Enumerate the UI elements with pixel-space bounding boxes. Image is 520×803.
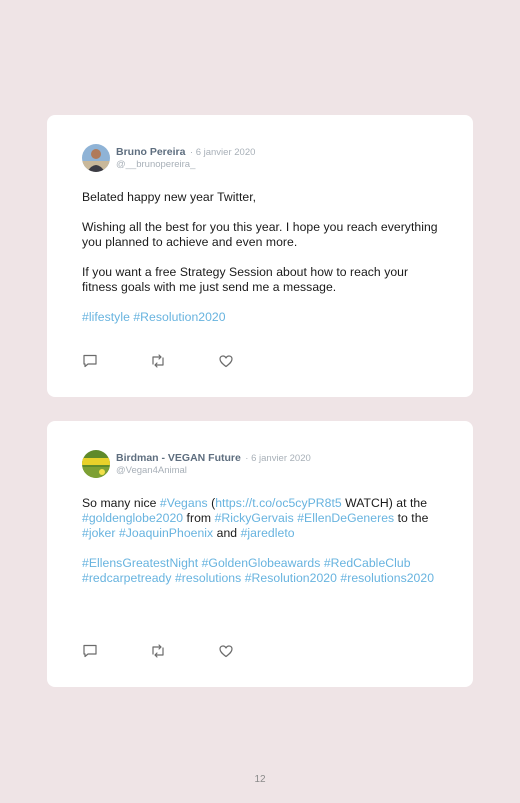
- hashtag-link[interactable]: #EllensGreatestNight: [82, 556, 198, 570]
- tweet-meta: Bruno Pereira · 6 janvier 2020 @__brunop…: [116, 145, 255, 171]
- hashtag-link[interactable]: #resolutions: [175, 571, 241, 585]
- tweet-paragraph: Wishing all the best for you this year. …: [82, 220, 438, 250]
- reply-icon[interactable]: [82, 643, 98, 659]
- tweet-text-segment: to the: [394, 511, 429, 525]
- author-name[interactable]: Birdman - VEGAN Future: [116, 452, 241, 464]
- reply-icon[interactable]: [82, 353, 98, 369]
- tweet-card-bruno: Bruno Pereira · 6 janvier 2020 @__brunop…: [47, 115, 473, 397]
- tweet-header: Bruno Pereira · 6 janvier 2020 @__brunop…: [82, 144, 438, 172]
- hashtag-link[interactable]: #lifestyle: [82, 310, 130, 324]
- tweet-meta: Birdman - VEGAN Future · 6 janvier 2020 …: [116, 451, 311, 477]
- hashtag-link[interactable]: #jaredleto: [241, 526, 295, 540]
- tweet-paragraph: #EllensGreatestNight #GoldenGlobeawards …: [82, 556, 438, 586]
- avatar[interactable]: [82, 450, 110, 478]
- like-icon[interactable]: [218, 643, 234, 659]
- tweet-link[interactable]: https://t.co/oc5cyPR8t5: [215, 496, 341, 510]
- tweet-actions: [82, 643, 286, 659]
- hashtag-link[interactable]: #Resolution2020: [245, 571, 337, 585]
- tweet-paragraph: So many nice #Vegans (https://t.co/oc5cy…: [82, 496, 438, 541]
- hashtag-link[interactable]: #EllenDeGeneres: [297, 511, 394, 525]
- hashtag-link[interactable]: #Vegans: [160, 496, 208, 510]
- tweet-paragraph: If you want a free Strategy Session abou…: [82, 265, 438, 295]
- hashtag-link[interactable]: #redcarpetready: [82, 571, 172, 585]
- author-handle[interactable]: @__brunopereira_: [116, 159, 255, 171]
- tweet-header: Birdman - VEGAN Future · 6 janvier 2020 …: [82, 450, 438, 478]
- page-number: 12: [254, 774, 266, 785]
- hashtag-link[interactable]: #JoaquinPhoenix: [119, 526, 213, 540]
- author-name[interactable]: Bruno Pereira: [116, 146, 185, 158]
- tweet-text-segment: and: [213, 526, 241, 540]
- tweet-text-segment: WATCH) at the: [341, 496, 428, 510]
- retweet-icon[interactable]: [150, 353, 166, 369]
- author-handle[interactable]: @Vegan4Animal: [116, 465, 311, 477]
- retweet-icon[interactable]: [150, 643, 166, 659]
- hashtag-link[interactable]: #RickyGervais: [215, 511, 294, 525]
- hashtag-link[interactable]: #RedCableClub: [324, 556, 411, 570]
- hashtag-link[interactable]: #Resolution2020: [133, 310, 225, 324]
- tweet-date[interactable]: · 6 janvier 2020: [245, 453, 310, 464]
- hashtag-link[interactable]: #goldenglobe2020: [82, 511, 183, 525]
- tweet-text-segment: If you want a free Strategy Session abou…: [82, 265, 409, 294]
- tweet-text-segment: Belated happy new year Twitter,: [82, 190, 257, 204]
- tweet-card-birdman: Birdman - VEGAN Future · 6 janvier 2020 …: [47, 421, 473, 687]
- tweet-text: Belated happy new year Twitter, Wishing a…: [82, 190, 438, 325]
- hashtag-link[interactable]: #GoldenGlobeawards: [202, 556, 321, 570]
- tweet-text-segment: So many nice: [82, 496, 160, 510]
- tweet-paragraph: Belated happy new year Twitter,: [82, 190, 438, 205]
- tweet-date[interactable]: · 6 janvier 2020: [190, 147, 255, 158]
- tweet-paragraph: #lifestyle #Resolution2020: [82, 310, 438, 325]
- hashtag-link[interactable]: #resolutions2020: [340, 571, 434, 585]
- avatar[interactable]: [82, 144, 110, 172]
- tweet-text: So many nice #Vegans (https://t.co/oc5cy…: [82, 496, 438, 586]
- like-icon[interactable]: [218, 353, 234, 369]
- tweet-text-segment: Wishing all the best for you this year. …: [82, 220, 438, 249]
- hashtag-link[interactable]: #joker: [82, 526, 116, 540]
- tweet-text-segment: from: [183, 511, 215, 525]
- tweet-actions: [82, 353, 286, 369]
